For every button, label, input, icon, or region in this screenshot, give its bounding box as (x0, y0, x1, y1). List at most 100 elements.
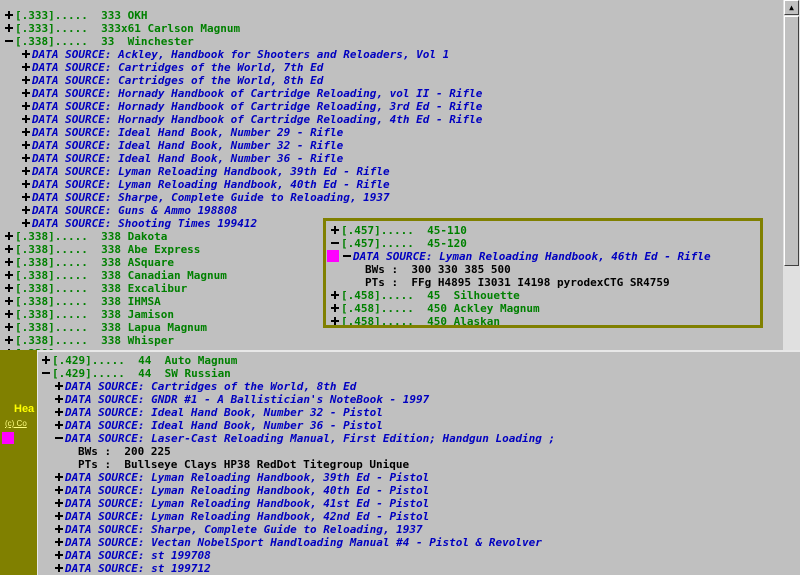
tree-row-label: [.333]..... 333 OKH (15, 9, 148, 22)
tree-row[interactable]: DATA SOURCE: st 199712 (38, 562, 800, 575)
tree-row[interactable]: [.457]..... 45-120 (326, 237, 760, 250)
tree-row[interactable]: DATA SOURCE: Ideal Hand Book, Number 32 … (38, 406, 800, 419)
expand-plus-icon[interactable] (55, 408, 63, 416)
expand-plus-icon[interactable] (331, 226, 339, 234)
scroll-up-button[interactable]: ▲ (784, 0, 799, 15)
tree-row-label: DATA SOURCE: Vectan NobelSport Handloadi… (65, 536, 542, 549)
bottom-tree-panel[interactable]: [.429]..... 44 Auto Magnum [.429]..... 44… (2, 350, 800, 575)
copyright-link-fragment[interactable]: (c) Co (5, 419, 27, 428)
expand-plus-icon[interactable] (331, 304, 339, 312)
collapse-minus-icon[interactable] (42, 369, 50, 377)
tree-row[interactable]: DATA SOURCE: Ideal Hand Book, Number 36 … (38, 419, 800, 432)
popup-tree-panel[interactable]: [.457]..... 45-110 [.457]..... 45-120 DATA… (323, 218, 763, 328)
tree-row[interactable]: DATA SOURCE: Lyman Reloading Handbook, 4… (326, 250, 760, 263)
expand-plus-icon[interactable] (5, 310, 13, 318)
expand-plus-icon[interactable] (55, 486, 63, 494)
expand-plus-icon[interactable] (55, 473, 63, 481)
expand-plus-icon[interactable] (22, 219, 30, 227)
tree-row[interactable]: DATA SOURCE: Sharpe, Complete Guide to R… (0, 191, 783, 204)
expand-plus-icon[interactable] (22, 89, 30, 97)
tree-row[interactable]: DATA SOURCE: Hornady Handbook of Cartrid… (0, 113, 783, 126)
tree-row[interactable]: PTs : FFg H4895 I3031 I4198 pyrodexCTG S… (326, 276, 760, 289)
expand-plus-icon[interactable] (5, 284, 13, 292)
expand-plus-icon[interactable] (5, 336, 13, 344)
tree-row[interactable]: DATA SOURCE: Sharpe, Complete Guide to R… (38, 523, 800, 536)
expand-plus-icon[interactable] (55, 421, 63, 429)
collapse-minus-icon[interactable] (55, 434, 63, 442)
tree-row-label: [.338]..... 338 Canadian Magnum (15, 269, 227, 282)
tree-row[interactable]: [.338]..... 33 Winchester (0, 35, 783, 48)
expand-plus-icon[interactable] (22, 154, 30, 162)
main-vertical-scrollbar[interactable]: ▲ (783, 0, 800, 350)
expand-plus-icon[interactable] (55, 551, 63, 559)
expand-plus-icon[interactable] (22, 141, 30, 149)
expand-plus-icon[interactable] (55, 382, 63, 390)
tree-row[interactable]: [.429]..... 44 Auto Magnum (38, 354, 800, 367)
expand-plus-icon[interactable] (22, 128, 30, 136)
expand-plus-icon[interactable] (55, 512, 63, 520)
tree-row[interactable]: [.458]..... 450 Alaskan (326, 315, 760, 325)
expand-plus-icon[interactable] (5, 245, 13, 253)
expand-plus-icon[interactable] (55, 395, 63, 403)
collapse-minus-icon[interactable] (5, 37, 13, 45)
expand-plus-icon[interactable] (22, 76, 30, 84)
expand-plus-icon[interactable] (5, 271, 13, 279)
expand-plus-icon[interactable] (22, 50, 30, 58)
tree-row[interactable]: [.458]..... 450 Ackley Magnum (326, 302, 760, 315)
expand-plus-icon[interactable] (22, 63, 30, 71)
tree-row[interactable]: DATA SOURCE: Laser-Cast Reloading Manual… (2, 432, 800, 445)
tree-row[interactable]: PTs : Bullseye Clays HP38 RedDot Titegro… (38, 458, 800, 471)
tree-row[interactable]: BWs : 300 330 385 500 (326, 263, 760, 276)
tree-row[interactable]: [.429]..... 44 SW Russian (38, 367, 800, 380)
tree-row[interactable]: [.457]..... 45-110 (326, 224, 760, 237)
expand-plus-icon[interactable] (22, 206, 30, 214)
expand-plus-icon[interactable] (5, 258, 13, 266)
collapse-minus-icon[interactable] (331, 239, 339, 247)
tree-row[interactable]: DATA SOURCE: GNDR #1 - A Ballistician's … (38, 393, 800, 406)
tree-row[interactable]: [.458]..... 45 Silhouette (326, 289, 760, 302)
tree-row[interactable]: DATA SOURCE: Ideal Hand Book, Number 36 … (0, 152, 783, 165)
expand-plus-icon[interactable] (22, 167, 30, 175)
expand-plus-icon[interactable] (5, 323, 13, 331)
expand-plus-icon[interactable] (55, 538, 63, 546)
tree-row[interactable]: DATA SOURCE: Cartridges of the World, 8t… (38, 380, 800, 393)
tree-row[interactable]: [.338]..... 338 Whisper (0, 334, 783, 347)
tree-row[interactable]: DATA SOURCE: Ideal Hand Book, Number 32 … (0, 139, 783, 152)
tree-row[interactable]: DATA SOURCE: Guns & Ammo 198808 (0, 204, 783, 217)
tree-row[interactable]: [.333]..... 333 OKH (0, 9, 783, 22)
tree-row[interactable]: DATA SOURCE: Hornady Handbook of Cartrid… (0, 87, 783, 100)
expand-plus-icon[interactable] (22, 193, 30, 201)
tree-row[interactable]: DATA SOURCE: Cartridges of the World, 7t… (0, 61, 783, 74)
tree-row-label: DATA SOURCE: Ackley, Handbook for Shoote… (32, 48, 450, 61)
expand-plus-icon[interactable] (55, 499, 63, 507)
expand-plus-icon[interactable] (5, 232, 13, 240)
tree-row[interactable]: DATA SOURCE: Lyman Reloading Handbook, 3… (0, 165, 783, 178)
collapse-minus-icon[interactable] (343, 252, 351, 260)
tree-row[interactable]: DATA SOURCE: Vectan NobelSport Handloadi… (38, 536, 800, 549)
expand-plus-icon[interactable] (5, 11, 13, 19)
expand-plus-icon[interactable] (331, 291, 339, 299)
tree-row[interactable]: DATA SOURCE: Hornady Handbook of Cartrid… (0, 100, 783, 113)
expand-plus-icon[interactable] (22, 102, 30, 110)
scroll-thumb[interactable] (784, 16, 799, 266)
tree-row[interactable]: [.333]..... 333x61 Carlson Magnum (0, 22, 783, 35)
tree-row[interactable]: DATA SOURCE: Lyman Reloading Handbook, 4… (38, 497, 800, 510)
tree-row[interactable]: DATA SOURCE: Ackley, Handbook for Shoote… (0, 48, 783, 61)
expand-plus-icon[interactable] (5, 297, 13, 305)
expand-plus-icon[interactable] (22, 180, 30, 188)
tree-row[interactable]: DATA SOURCE: Lyman Reloading Handbook, 3… (38, 471, 800, 484)
tree-row[interactable]: DATA SOURCE: Lyman Reloading Handbook, 4… (38, 484, 800, 497)
tree-row[interactable]: DATA SOURCE: Lyman Reloading Handbook, 4… (38, 510, 800, 523)
expand-plus-icon[interactable] (331, 317, 339, 325)
tree-row[interactable]: DATA SOURCE: Cartridges of the World, 8t… (0, 74, 783, 87)
tree-row[interactable]: BWs : 200 225 (38, 445, 800, 458)
expand-plus-icon[interactable] (5, 24, 13, 32)
expand-plus-icon[interactable] (55, 525, 63, 533)
tree-row[interactable]: DATA SOURCE: Lyman Reloading Handbook, 4… (0, 178, 783, 191)
tree-row[interactable]: DATA SOURCE: Ideal Hand Book, Number 29 … (0, 126, 783, 139)
tree-row-label: [.458]..... 450 Ackley Magnum (341, 302, 540, 315)
expand-plus-icon[interactable] (22, 115, 30, 123)
expand-plus-icon[interactable] (42, 356, 50, 364)
tree-row[interactable]: DATA SOURCE: st 199708 (38, 549, 800, 562)
expand-plus-icon[interactable] (55, 564, 63, 572)
